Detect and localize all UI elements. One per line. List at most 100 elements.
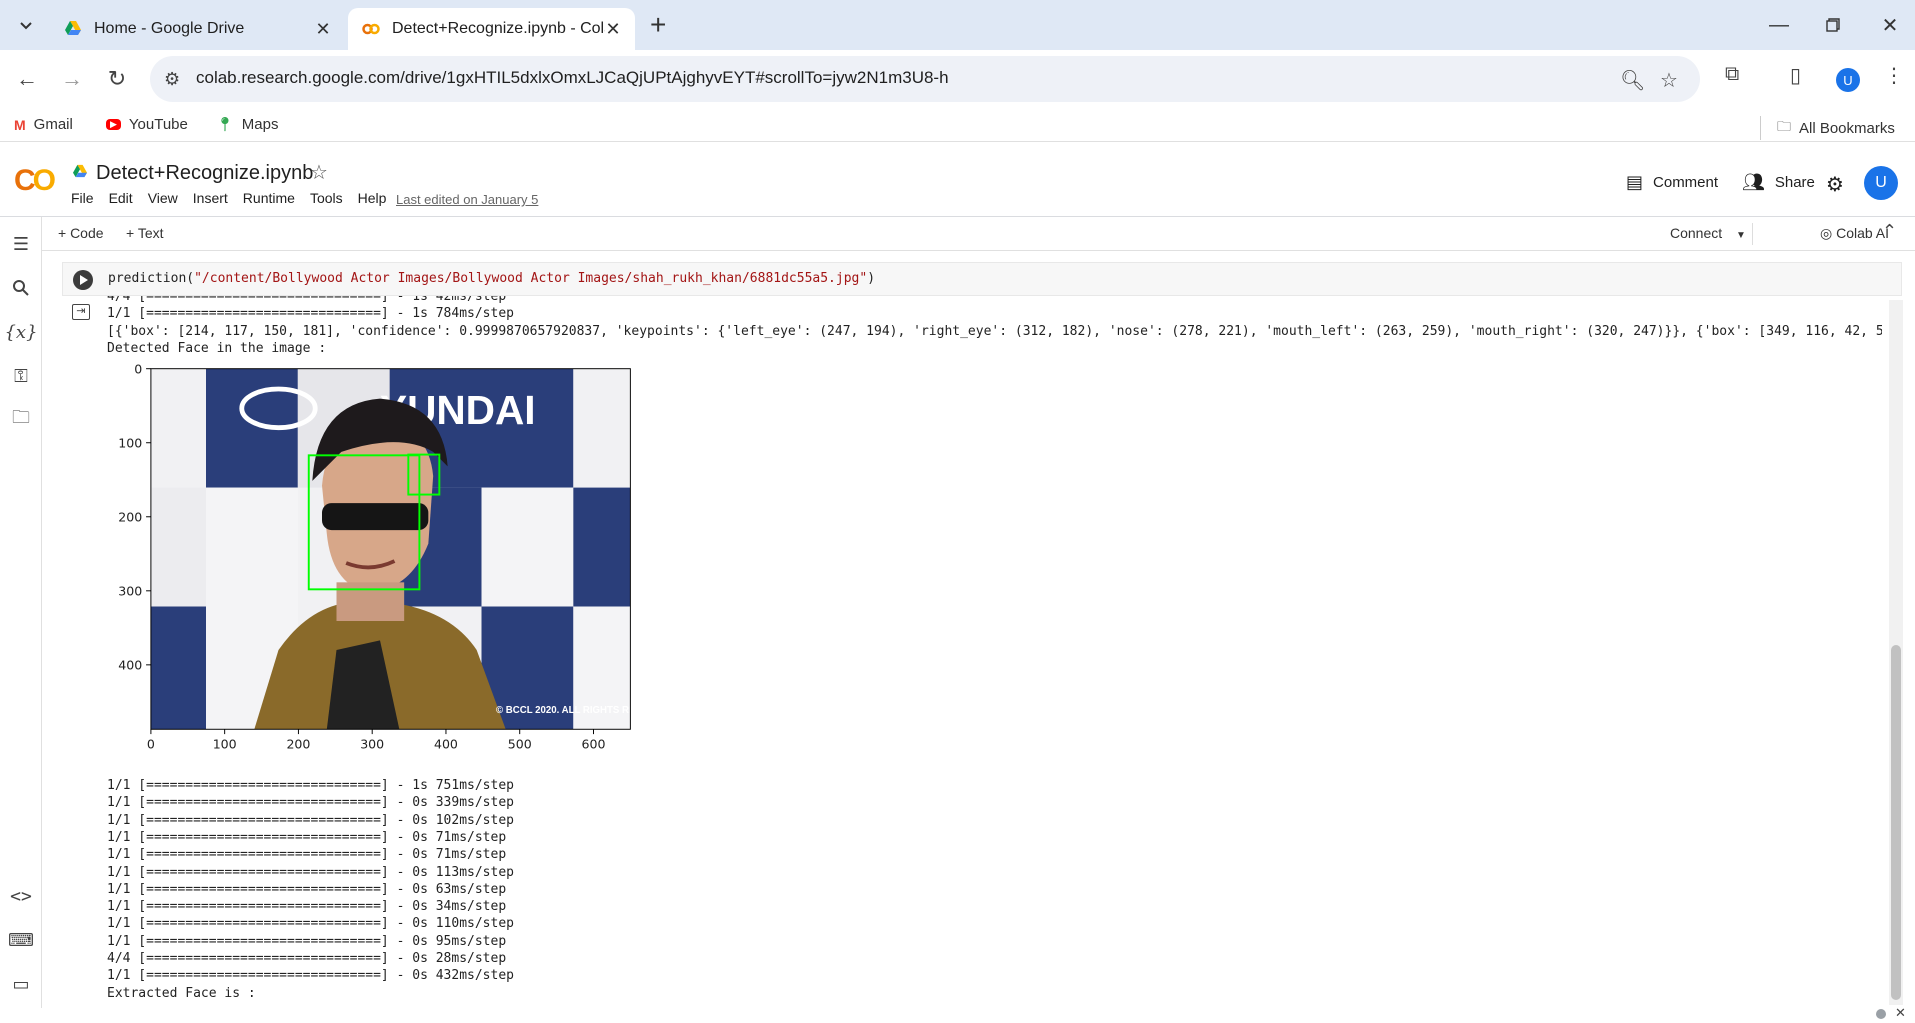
code-snippets-icon[interactable]: <> [8, 883, 34, 909]
output-line: 1/1 [==============================] - 0… [107, 968, 514, 984]
all-bookmarks-label: All Bookmarks [1799, 119, 1895, 137]
side-panel-icon[interactable]: ▯ [1790, 63, 1801, 88]
tab-google-drive[interactable]: Home - Google Drive ✕ [50, 8, 345, 50]
close-icon[interactable]: ✕ [1895, 1005, 1906, 1021]
output-line: 1/1 [==============================] - 0… [107, 933, 507, 949]
tab-colab[interactable]: Detect+Recognize.ipynb - Cola ✕ [348, 8, 635, 50]
y-tick-label: 0 [134, 362, 142, 377]
menu-runtime[interactable]: Runtime [243, 190, 295, 206]
output-line: 1/1 [==============================] - 0… [107, 795, 514, 811]
output-line: Detected Face in the image : [107, 340, 327, 356]
menu-file[interactable]: File [71, 190, 94, 206]
x-tick-label: 400 [434, 737, 458, 752]
notebook-toolbar: + Code + Text Connect ▼ ◎ Colab AI ⌃ [42, 217, 1915, 251]
comment-button[interactable]: ▤ Comment [1626, 172, 1718, 193]
output-line: 1/1 [==============================] - 0… [107, 899, 507, 915]
run-cell-button[interactable] [73, 270, 93, 290]
matplotlib-figure: YUNDAI © BCCL 2020. ALL RIGHTS RESERVED.… [118, 362, 631, 752]
status-bar: ✕ [0, 1005, 1915, 1023]
colab-logo[interactable]: CO [14, 164, 56, 198]
output-line: Extracted Face is : [107, 985, 256, 1001]
output-line: 1/1 [==============================] - 0… [107, 829, 507, 845]
search-icon[interactable] [8, 275, 34, 301]
reload-icon[interactable]: ↻ [102, 64, 132, 94]
table-of-contents-icon[interactable]: ☰ [8, 231, 34, 257]
new-tab-button[interactable]: + [650, 10, 666, 40]
tab-strip: Home - Google Drive ✕ Detect+Recognize.i… [0, 0, 1915, 50]
files-folder-icon[interactable]: 🗀 [8, 407, 34, 433]
tab-search-chevron-icon[interactable] [12, 12, 40, 40]
comment-icon: ▤ [1626, 172, 1644, 192]
output-actions-icon[interactable]: ⇥ [72, 304, 90, 320]
code-editor[interactable]: prediction("/content/Bollywood Actor Ima… [108, 271, 875, 286]
add-text-button[interactable]: + Text [126, 225, 164, 241]
zoom-icon[interactable]: 🔍︎ [1620, 68, 1645, 93]
code-suffix: ) [867, 271, 876, 286]
colab-ai-icon: ◎ [1820, 225, 1833, 241]
browser-profile-avatar[interactable]: U [1836, 68, 1860, 92]
connect-button[interactable]: Connect ▼ [1670, 225, 1746, 241]
variables-icon[interactable]: {x} [4, 319, 37, 345]
connect-label: Connect [1670, 225, 1723, 241]
menu-help[interactable]: Help [358, 190, 387, 206]
add-code-button[interactable]: + Code [58, 225, 104, 241]
scroll-thumb[interactable] [1891, 645, 1901, 1000]
output-line: 4/4 [==============================] - 1… [107, 296, 507, 304]
all-bookmarks[interactable]: 🗀 All Bookmarks [1760, 116, 1895, 140]
bookmark-youtube[interactable]: ▶ YouTube [106, 116, 188, 133]
y-tick-label: 200 [118, 510, 142, 525]
browser-menu-icon[interactable]: ⋮ [1884, 63, 1904, 88]
close-icon[interactable]: ✕ [315, 19, 331, 40]
x-tick-label: 500 [508, 737, 532, 752]
collapse-chevron-icon[interactable]: ⌃ [1882, 221, 1897, 242]
notebook-title[interactable]: Detect+Recognize.ipynb [96, 162, 313, 185]
extensions-icon[interactable]: ⧉ [1725, 63, 1739, 86]
output-scrollbar[interactable] [1889, 300, 1903, 1005]
bookmark-maps[interactable]: 📍︎ Maps [216, 116, 278, 133]
minimize-icon[interactable]: — [1764, 10, 1794, 40]
x-tick-label: 100 [213, 737, 237, 752]
address-bar[interactable]: ⚙ colab.research.google.com/drive/1gxHTI… [150, 56, 1700, 102]
back-arrow-icon[interactable]: ← [12, 64, 42, 94]
last-edited-link[interactable]: Last edited on January 5 [396, 192, 538, 207]
google-drive-icon [65, 21, 81, 35]
chevron-down-icon[interactable]: ▼ [1736, 230, 1746, 241]
site-settings-icon[interactable]: ⚙ [164, 69, 180, 90]
google-drive-icon [72, 164, 88, 181]
bookmark-gmail[interactable]: M Gmail [14, 116, 73, 133]
browser-toolbar: ← → ↻ ⚙ colab.research.google.com/drive/… [0, 50, 1915, 108]
user-avatar[interactable]: U [1864, 166, 1898, 200]
menu-tools[interactable]: Tools [310, 190, 343, 206]
share-button[interactable]: 👥︎ Share [1742, 172, 1815, 193]
url-text[interactable]: colab.research.google.com/drive/1gxHTIL5… [196, 68, 949, 88]
output-line: 1/1 [==============================] - 0… [107, 847, 507, 863]
colab-ai-button[interactable]: ◎ Colab AI [1820, 225, 1889, 242]
menu-view[interactable]: View [148, 190, 178, 206]
y-tick-label: 400 [118, 658, 142, 673]
gmail-icon: M [14, 116, 26, 133]
tab-title: Detect+Recognize.ipynb - Cola [392, 20, 605, 37]
forward-arrow-icon[interactable]: → [57, 64, 87, 94]
colab-header: CO Detect+Recognize.ipynb ☆ File Edit Vi… [0, 142, 1915, 217]
restore-icon[interactable] [1818, 10, 1848, 40]
cell-output: ⇥ 4/4 [==============================] -… [62, 296, 1882, 1006]
output-line: 4/4 [==============================] - 0… [107, 951, 507, 966]
output-line: 1/1 [==============================] - 0… [107, 812, 514, 828]
output-line: 1/1 [==============================] - 0… [107, 916, 514, 932]
menu-edit[interactable]: Edit [109, 190, 133, 206]
bookmark-star-icon[interactable]: ☆ [1660, 68, 1678, 93]
folder-icon: 🗀 [1777, 118, 1791, 134]
y-tick-label: 300 [118, 584, 142, 599]
command-palette-icon[interactable]: ⌨ [8, 927, 34, 953]
left-rail: ☰ {x} ⚿ 🗀 <> ⌨ ▭ [0, 217, 42, 1023]
secrets-key-icon[interactable]: ⚿ [8, 363, 34, 389]
settings-gear-icon[interactable]: ⚙ [1826, 172, 1844, 197]
star-icon[interactable]: ☆ [310, 160, 328, 185]
menu-insert[interactable]: Insert [193, 190, 228, 206]
maps-icon: 📍︎ [216, 116, 234, 132]
output-line: 1/1 [==============================] - 1… [107, 306, 514, 322]
window-close-icon[interactable]: ✕ [1875, 10, 1905, 40]
code-cell[interactable]: prediction("/content/Bollywood Actor Ima… [62, 262, 1902, 296]
terminal-icon[interactable]: ▭ [8, 971, 34, 997]
close-icon[interactable]: ✕ [605, 19, 621, 40]
